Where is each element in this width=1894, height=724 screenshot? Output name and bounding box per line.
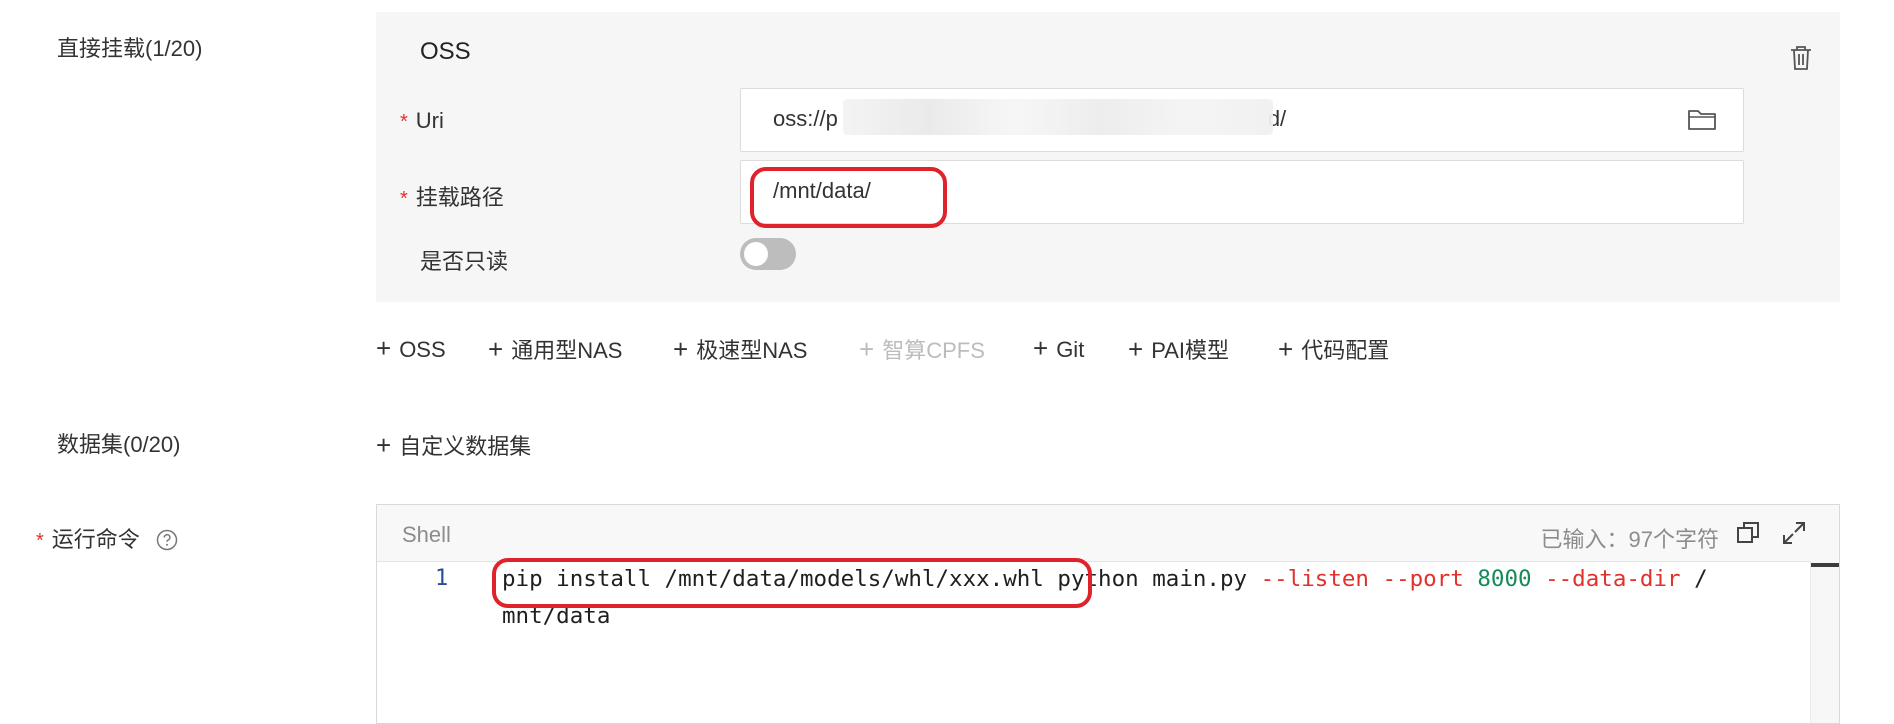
add-oss-button[interactable]: + OSS — [376, 333, 446, 364]
toggle-knob — [744, 242, 768, 266]
add-code-config-button[interactable]: + 代码配置 — [1278, 333, 1389, 365]
code-line-1: pip install /mnt/data/models/whl/xxx.whl… — [502, 566, 1708, 592]
required-mark: * — [400, 188, 408, 210]
add-pai-model-button[interactable]: + PAI模型 — [1128, 333, 1229, 365]
uri-redaction — [843, 99, 1273, 135]
oss-panel-title: OSS — [420, 38, 471, 65]
copy-icon[interactable] — [1735, 520, 1761, 546]
uri-label: * Uri — [400, 108, 444, 133]
editor-scrollbar[interactable] — [1810, 561, 1839, 723]
direct-mount-label: 直接挂载(1/20) — [57, 36, 203, 61]
editor-header: Shell 已输入：97个字符 — [377, 505, 1839, 562]
char-count: 已输入：97个字符 — [1540, 527, 1719, 552]
mount-path-input[interactable]: /mnt/data/ — [740, 160, 1744, 224]
uri-input[interactable]: oss://p d/ — [740, 88, 1744, 152]
folder-icon[interactable] — [1687, 107, 1717, 131]
add-custom-dataset-button[interactable]: + 自定义数据集 — [376, 429, 531, 461]
mount-path-value: /mnt/data/ — [773, 178, 871, 203]
delete-oss-button[interactable] — [1786, 42, 1816, 72]
required-mark: * — [36, 530, 44, 552]
line-number: 1 — [435, 566, 449, 591]
dataset-label: 数据集(0/20) — [57, 432, 181, 457]
help-icon[interactable] — [156, 529, 178, 551]
mount-path-label: * 挂载路径 — [400, 185, 504, 210]
oss-mount-panel — [376, 12, 1840, 302]
readonly-label: 是否只读 — [420, 249, 509, 274]
add-extreme-nas-button[interactable]: + 极速型NAS — [673, 333, 807, 365]
required-mark: * — [400, 111, 408, 133]
readonly-toggle[interactable] — [740, 238, 796, 270]
editor-scrollbar-thumb[interactable] — [1811, 563, 1839, 567]
code-line-2: mnt/data — [502, 603, 611, 629]
run-command-label: * 运行命令 — [36, 522, 178, 554]
code-highlighted-segment: pip install /mnt/data/models/whl/xxx.whl — [502, 566, 1044, 592]
trash-icon — [1791, 46, 1811, 70]
editor-language: Shell — [402, 522, 451, 547]
add-git-button[interactable]: + Git — [1033, 333, 1084, 364]
add-cpfs-button: + 智算CPFS — [859, 334, 985, 364]
expand-icon[interactable] — [1781, 520, 1807, 546]
add-general-nas-button[interactable]: + 通用型NAS — [488, 333, 622, 365]
